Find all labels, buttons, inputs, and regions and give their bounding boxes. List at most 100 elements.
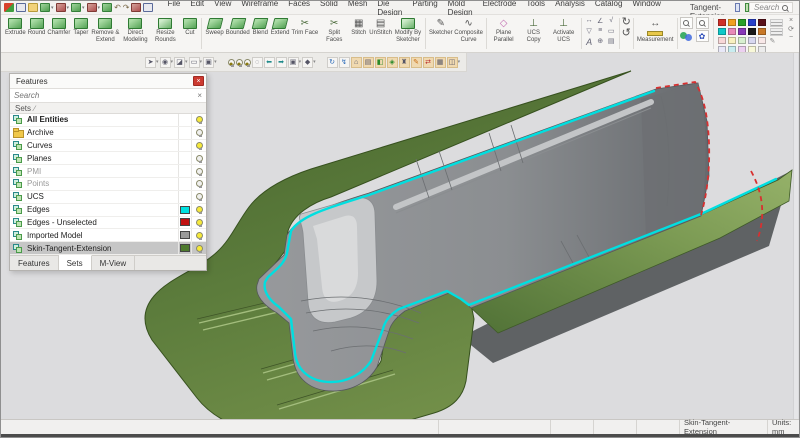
color-swatch[interactable]: [758, 37, 766, 44]
color-swatch[interactable]: [718, 46, 726, 53]
layer-filter-icon[interactable]: ▣: [203, 57, 214, 68]
viewport-scrollbar[interactable]: [793, 53, 798, 419]
color-swatch[interactable]: [748, 46, 756, 53]
frame-icon[interactable]: ▭: [606, 27, 617, 37]
leader-icon[interactable]: ▽: [584, 27, 595, 37]
chevron-down-icon[interactable]: ▾: [82, 5, 85, 11]
render-mode-icon[interactable]: ✿: [696, 30, 709, 42]
hatch-pattern-icon[interactable]: [770, 19, 783, 27]
tab-sets[interactable]: Sets: [59, 255, 92, 270]
cut-button[interactable]: Cut: [180, 17, 199, 37]
list-item[interactable]: PMI: [10, 165, 206, 178]
color-swatch[interactable]: [758, 19, 766, 26]
visibility-bulb-icon[interactable]: [196, 232, 203, 239]
next-view-icon[interactable]: ➡: [276, 57, 287, 68]
shaded-view-icon[interactable]: [680, 30, 693, 42]
sketcher-button[interactable]: ✎Sketcher: [428, 17, 454, 37]
visibility-bulb-icon[interactable]: [196, 142, 203, 149]
isolate-bulb-icon[interactable]: ●: [244, 59, 251, 66]
save-icon[interactable]: [16, 3, 26, 12]
refresh-icon[interactable]: ⟳: [788, 25, 794, 33]
panel-close-button[interactable]: ×: [193, 76, 204, 86]
color-swatch[interactable]: [728, 46, 736, 53]
chevron-down-icon[interactable]: ▾: [67, 5, 70, 11]
open-icon[interactable]: [28, 3, 38, 12]
list-item[interactable]: Curves: [10, 140, 206, 153]
color-swatch[interactable]: [718, 28, 726, 35]
color-swatch[interactable]: [738, 28, 746, 35]
color-swatch[interactable]: [738, 46, 746, 53]
compare-icon[interactable]: ⇄: [423, 57, 434, 68]
color-swatch[interactable]: [758, 28, 766, 35]
round-button[interactable]: Round: [27, 17, 47, 37]
window-visibility-icon[interactable]: ▣: [288, 57, 299, 68]
taper-button[interactable]: Taper: [71, 17, 90, 37]
composite-curve-button[interactable]: ∿Composite Curve: [454, 17, 484, 43]
hatch-pattern-icon[interactable]: [770, 28, 783, 36]
geometry-filter-icon[interactable]: ◪: [174, 57, 185, 68]
color-swatch[interactable]: [728, 37, 736, 44]
list-item[interactable]: Planes: [10, 152, 206, 165]
tools-icon[interactable]: [102, 3, 112, 12]
color-swatch[interactable]: [728, 28, 736, 35]
import-icon[interactable]: [56, 3, 66, 12]
list-item[interactable]: All Entities: [10, 114, 206, 127]
list-item[interactable]: Edges - Unselected: [10, 217, 206, 230]
color-swatch[interactable]: [738, 37, 746, 44]
zoom-window-icon[interactable]: [696, 17, 709, 29]
clear-search-icon[interactable]: ×: [197, 91, 202, 100]
view-iso-icon[interactable]: ⌂: [351, 57, 362, 68]
collapse-ribbon-icon[interactable]: −: [789, 34, 793, 41]
tab-m-view[interactable]: M-View: [92, 256, 136, 270]
color-swatch[interactable]: [758, 46, 766, 53]
grid-icon[interactable]: ▦: [435, 57, 446, 68]
command-search[interactable]: Search: [749, 2, 793, 13]
unstitch-button[interactable]: ▤UnStitch: [368, 17, 393, 37]
settings-icon[interactable]: [131, 3, 141, 12]
visibility-bulb-icon[interactable]: [196, 206, 203, 213]
color-swatch[interactable]: [748, 19, 756, 26]
visibility-bulb-icon[interactable]: [196, 116, 203, 123]
color-swatch[interactable]: [180, 231, 190, 239]
ucs-copy-button[interactable]: ⊥UCS Copy: [519, 17, 549, 43]
list-item[interactable]: UCS: [10, 191, 206, 204]
window-layout-icon[interactable]: [143, 3, 153, 12]
rotate-ccw-icon[interactable]: ↺: [622, 28, 631, 39]
visibility-bulb-icon[interactable]: [196, 129, 203, 136]
visibility-bulb-icon[interactable]: [196, 180, 203, 187]
view-wire-icon[interactable]: ◈: [387, 57, 398, 68]
new-model-icon[interactable]: [40, 3, 50, 12]
modify-by-sketcher-button[interactable]: Modify By Sketcher: [393, 17, 423, 43]
extrude-button[interactable]: Extrude: [4, 17, 27, 37]
text-icon[interactable]: A: [584, 37, 595, 47]
annotate-icon[interactable]: ✎: [411, 57, 422, 68]
note-icon[interactable]: ≡: [595, 27, 606, 37]
pick-filter-icon[interactable]: ◉: [160, 57, 171, 68]
visibility-bulb-icon[interactable]: [196, 193, 203, 200]
color-swatch[interactable]: [738, 19, 746, 26]
visibility-bulb-icon[interactable]: [196, 168, 203, 175]
prev-view-icon[interactable]: ⬅: [264, 57, 275, 68]
magnet-icon[interactable]: ◆: [302, 57, 313, 68]
visibility-bulb-icon[interactable]: [196, 155, 203, 162]
zoom-in-icon[interactable]: [680, 17, 693, 29]
measurement-button[interactable]: ↔ Measurement: [636, 17, 675, 44]
stitch-button[interactable]: ▦Stitch: [349, 17, 368, 37]
sets-column-header[interactable]: Sets∕: [10, 103, 206, 114]
resize-rounds-button[interactable]: Resize Rounds: [150, 17, 180, 43]
angle-dimension-icon[interactable]: ∠: [595, 17, 606, 27]
box-select-icon[interactable]: ▭: [189, 57, 200, 68]
dimension-icon[interactable]: ↔: [584, 17, 595, 27]
color-swatch[interactable]: [180, 206, 190, 214]
check-icon[interactable]: √: [606, 17, 617, 27]
datum-icon[interactable]: ⊕: [595, 37, 606, 47]
color-swatch[interactable]: [718, 37, 726, 44]
list-item-selected[interactable]: Skin-Tangent-Extension: [10, 242, 206, 255]
plane-parallel-button[interactable]: ◇Plane Parallel: [489, 17, 519, 43]
split-faces-button[interactable]: ✂Split Faces: [319, 17, 349, 43]
chevron-down-icon[interactable]: ▾: [98, 5, 101, 11]
bounded-button[interactable]: Bounded: [225, 17, 251, 37]
document-icon[interactable]: [735, 3, 739, 12]
blend-button[interactable]: Blend: [251, 17, 270, 37]
chamfer-button[interactable]: Chamfer: [46, 17, 71, 37]
